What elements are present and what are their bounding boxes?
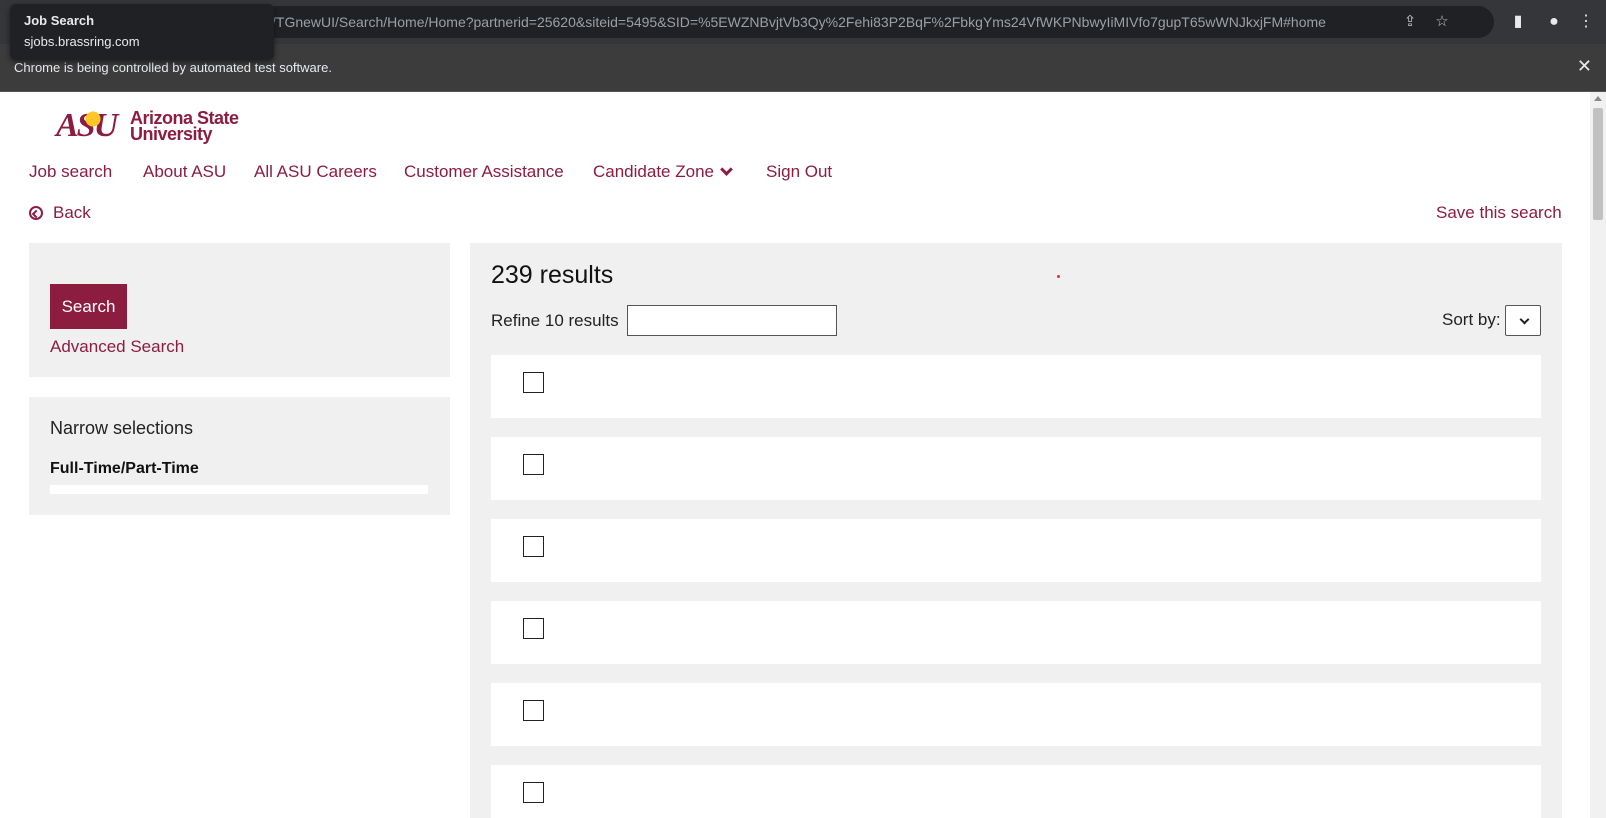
job-select-checkbox[interactable] — [523, 782, 544, 803]
search-button[interactable]: Search — [50, 284, 127, 329]
job-select-checkbox[interactable] — [523, 700, 544, 721]
job-result-card[interactable] — [491, 437, 1541, 500]
address-url: /TGnewUI/Search/Home/Home?partnerid=2562… — [272, 14, 1326, 30]
job-result-card[interactable] — [491, 765, 1541, 818]
job-select-checkbox[interactable] — [523, 618, 544, 639]
job-select-checkbox[interactable] — [523, 454, 544, 475]
tab-tooltip: Job Search sjobs.brassring.com — [10, 4, 274, 60]
nav-item-sign-out[interactable]: Sign Out — [766, 162, 832, 182]
nav-item-job-search[interactable]: Job search — [29, 162, 112, 182]
nav-item-customer-assistance[interactable]: Customer Assistance — [404, 162, 564, 182]
tab-tooltip-url: sjobs.brassring.com — [24, 34, 140, 49]
scroll-thumb[interactable] — [1593, 108, 1603, 220]
facet-full-time-part-time[interactable]: Full-Time/Part-Time — [50, 460, 199, 478]
bookmark-star-icon[interactable]: ☆ — [1434, 14, 1450, 30]
page-scrollbar[interactable] — [1590, 92, 1606, 818]
side-panel-icon[interactable]: ▮ — [1508, 12, 1528, 32]
advanced-search-link[interactable]: Advanced Search — [50, 337, 184, 357]
narrow-selections-panel: Narrow selections Full-Time/Part-Time — [29, 397, 450, 515]
job-result-card[interactable] — [491, 355, 1541, 418]
sort-label: Sort by: — [1442, 310, 1501, 329]
scroll-up-arrow-icon[interactable] — [1594, 96, 1602, 101]
sort-select[interactable] — [1505, 305, 1541, 336]
facet-options-area — [50, 485, 428, 494]
close-icon[interactable]: ✕ — [1577, 56, 1592, 76]
save-search-link[interactable]: Save this search — [1436, 203, 1562, 223]
nav-item-candidate-zone-label: Candidate Zone — [593, 162, 714, 181]
job-select-checkbox[interactable] — [523, 536, 544, 557]
logo-name-line2: University — [130, 124, 213, 144]
automation-notice: Chrome is being controlled by automated … — [14, 60, 332, 75]
results-count: 239 results — [491, 261, 614, 289]
share-icon[interactable]: ⇪ — [1402, 14, 1418, 30]
browser-menu-icon[interactable]: ⋮ — [1576, 12, 1596, 32]
chevron-down-icon — [1519, 314, 1530, 325]
sunburst-icon — [78, 104, 108, 134]
logo-name: Arizona State University — [130, 109, 239, 144]
logo-mark: ASU — [56, 104, 118, 144]
page-content: ASU Arizona State University Job search … — [0, 92, 1590, 818]
nav-item-about-asu[interactable]: About ASU — [143, 162, 226, 182]
nav-item-candidate-zone[interactable]: Candidate Zone — [593, 162, 733, 182]
cursor-dot — [1057, 275, 1060, 278]
address-bar[interactable]: /TGnewUI/Search/Home/Home?partnerid=2562… — [262, 6, 1494, 38]
profile-icon[interactable]: ● — [1544, 12, 1564, 32]
search-panel: Search Advanced Search — [29, 243, 450, 377]
back-label: Back — [53, 203, 91, 222]
job-result-card[interactable] — [491, 519, 1541, 582]
job-result-card[interactable] — [491, 601, 1541, 664]
nav-item-all-asu-careers[interactable]: All ASU Careers — [254, 162, 377, 182]
refine-input[interactable] — [627, 305, 837, 336]
chevron-down-icon — [720, 163, 733, 176]
results-panel: 239 results Refine 10 results Sort by: — [470, 243, 1562, 818]
back-arrow-icon — [29, 206, 43, 220]
job-select-checkbox[interactable] — [523, 372, 544, 393]
tab-tooltip-title: Job Search — [24, 13, 95, 28]
refine-label: Refine 10 results — [491, 311, 619, 330]
asu-logo[interactable]: ASU Arizona State University — [56, 104, 246, 144]
narrow-selections-title: Narrow selections — [50, 418, 194, 438]
job-result-card[interactable] — [491, 683, 1541, 746]
